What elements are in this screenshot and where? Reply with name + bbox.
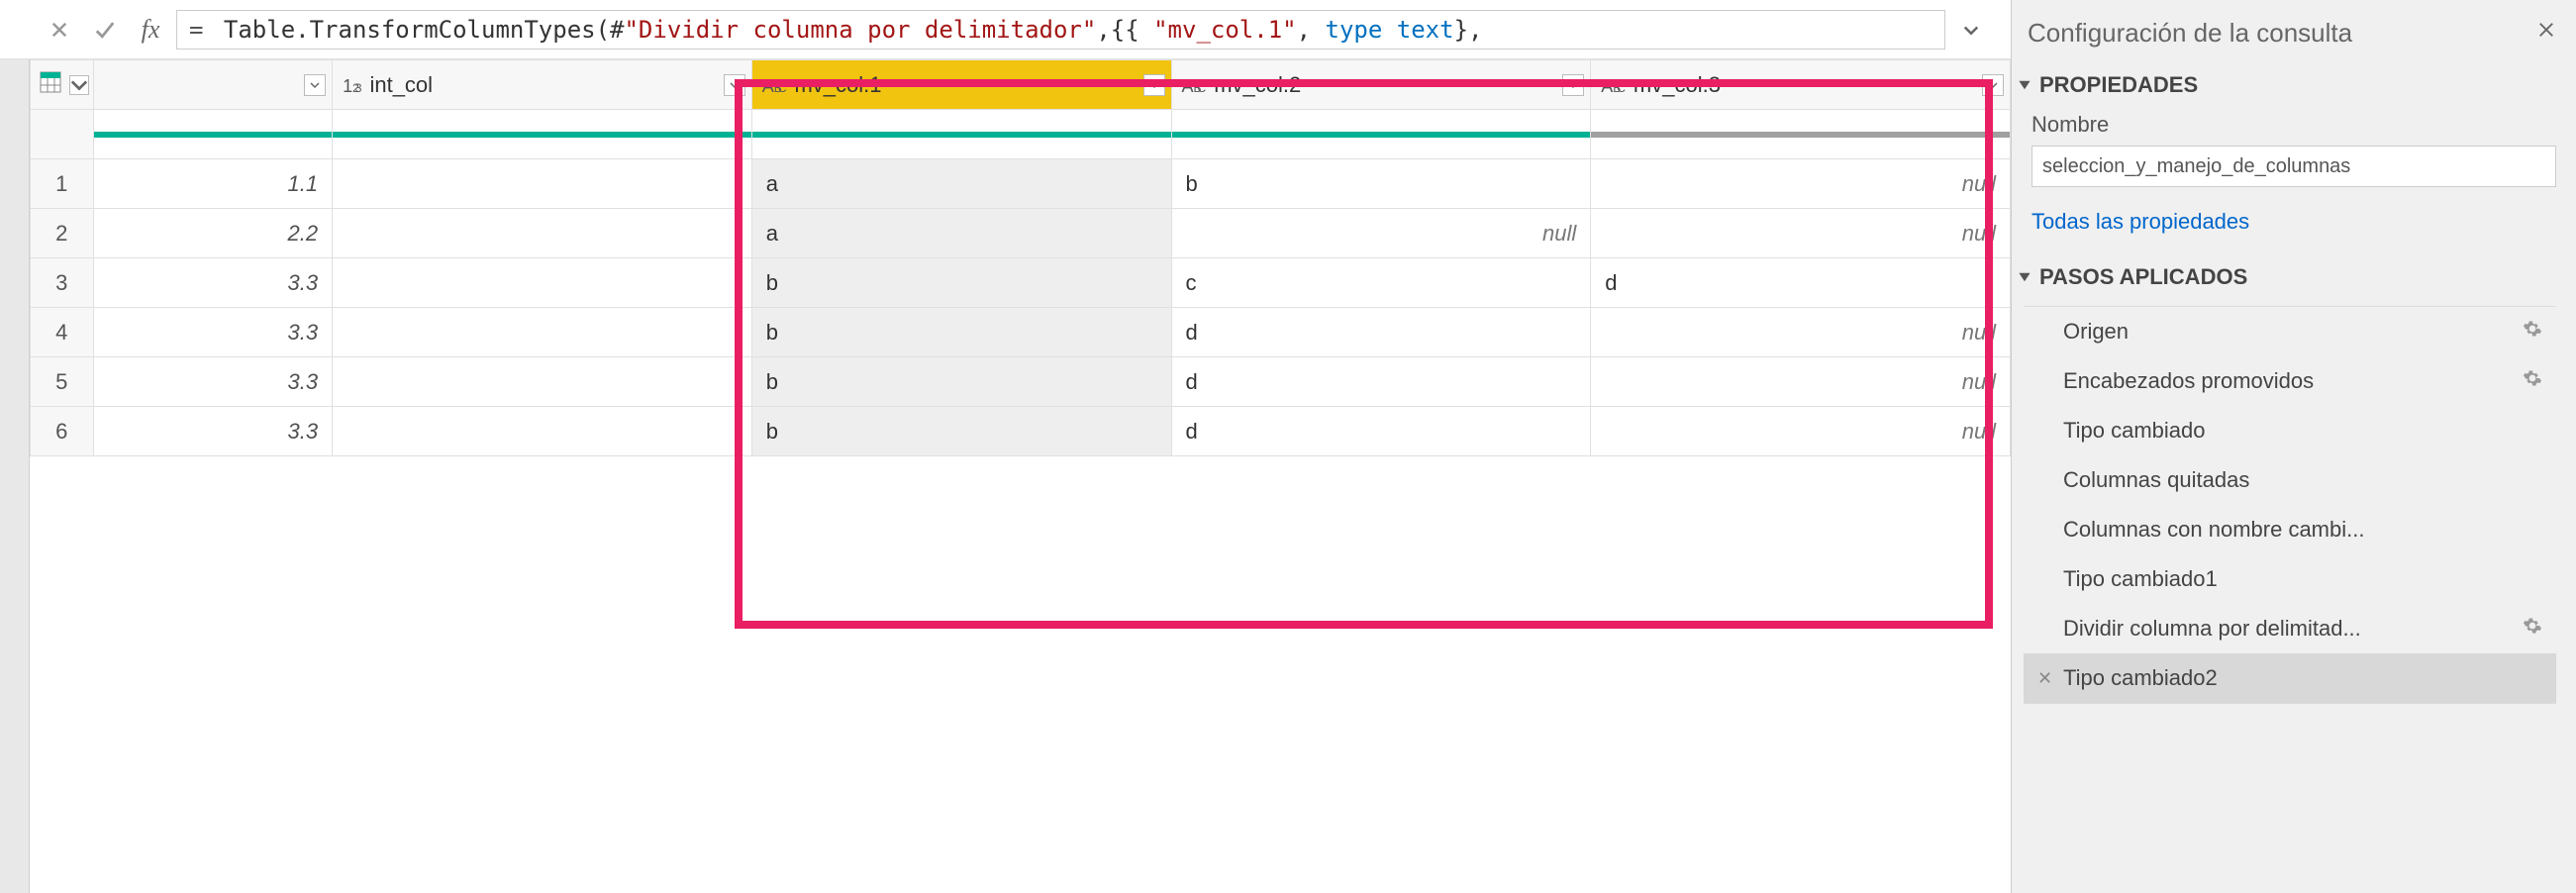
row-number: 1 <box>31 159 94 209</box>
cell[interactable]: d <box>1591 258 2011 308</box>
row-number: 5 <box>31 357 94 407</box>
cell[interactable]: null <box>1171 209 1591 258</box>
filter-dropdown-icon[interactable] <box>724 74 745 96</box>
applied-step[interactable]: Columnas con nombre cambi... <box>2024 505 2556 554</box>
cell[interactable]: d <box>1171 357 1591 407</box>
column-header-mv_col-1[interactable]: ABCmv_col.1 <box>751 60 1171 110</box>
queries-gutter[interactable] <box>0 59 30 893</box>
cell[interactable]: 3.3 <box>93 357 333 407</box>
expand-formula-button[interactable] <box>1951 10 1991 50</box>
table-row[interactable]: 63.3 bdnull <box>31 407 2011 456</box>
filter-dropdown-icon[interactable] <box>1143 74 1165 96</box>
cell[interactable]: a <box>751 209 1171 258</box>
applied-steps-list: Origen Encabezados promovidos Tipo cambiad… <box>2024 306 2556 704</box>
column-header-index[interactable] <box>93 60 333 110</box>
row-number: 4 <box>31 308 94 357</box>
applied-steps-section-header[interactable]: PASOS APLICADOS <box>2012 258 2556 300</box>
cell[interactable]: 1.1 <box>93 159 333 209</box>
applied-step[interactable]: Encabezados promovidos <box>2024 356 2556 406</box>
filter-dropdown-icon[interactable] <box>304 74 326 96</box>
formula-bar: fx = Table.TransformColumnTypes(#"Dividi… <box>0 0 2011 59</box>
properties-section-header[interactable]: PROPIEDADES <box>2012 66 2556 108</box>
step-label: Tipo cambiado1 <box>2063 566 2218 592</box>
filter-dropdown-icon[interactable] <box>1562 74 1584 96</box>
table-row[interactable]: 22.2anullnull <box>31 209 2011 258</box>
datatype-text-icon: ABC <box>1182 76 1207 97</box>
datatype-text-icon: ABC <box>762 76 787 97</box>
step-label: Origen <box>2063 319 2129 345</box>
applied-step[interactable]: Tipo cambiado <box>2024 406 2556 455</box>
cell[interactable]: null <box>1591 159 2011 209</box>
cell[interactable]: b <box>751 258 1171 308</box>
cancel-formula-button[interactable] <box>40 10 79 50</box>
data-grid: 123int_colABCmv_col.1ABCmv_col.2ABCmv_co… <box>30 59 2011 893</box>
table-row[interactable]: 11.1 abnull <box>31 159 2011 209</box>
cell[interactable] <box>333 209 752 258</box>
fx-button[interactable]: fx <box>131 10 170 50</box>
row-number: 2 <box>31 209 94 258</box>
cell[interactable] <box>333 357 752 407</box>
cell[interactable] <box>333 308 752 357</box>
query-settings-panel: Configuración de la consulta PROPIEDADES… <box>2012 0 2576 893</box>
cell[interactable] <box>333 407 752 456</box>
cell[interactable]: b <box>751 308 1171 357</box>
cell[interactable]: b <box>751 357 1171 407</box>
column-header-mv_col-3[interactable]: ABCmv_col.3 <box>1591 60 2011 110</box>
step-label: Dividir columna por delimitad... <box>2063 616 2361 642</box>
cell[interactable]: 2.2 <box>93 209 333 258</box>
gear-icon[interactable] <box>2523 616 2542 642</box>
table-row[interactable]: 53.3 bdnull <box>31 357 2011 407</box>
accept-formula-button[interactable] <box>85 10 125 50</box>
cell[interactable]: b <box>1171 159 1591 209</box>
formula-input[interactable]: = Table.TransformColumnTypes(#"Dividir c… <box>176 10 1945 50</box>
cell[interactable]: null <box>1591 209 2011 258</box>
step-label: Columnas quitadas <box>2063 467 2249 493</box>
step-label: Tipo cambiado2 <box>2063 665 2218 691</box>
cell[interactable] <box>333 258 752 308</box>
step-label: Tipo cambiado <box>2063 418 2205 444</box>
panel-title: Configuración de la consulta <box>2012 12 2556 66</box>
cell[interactable]: null <box>1591 308 2011 357</box>
gear-icon[interactable] <box>2523 368 2542 394</box>
cell[interactable] <box>333 159 752 209</box>
row-number: 6 <box>31 407 94 456</box>
query-name-input[interactable] <box>2031 146 2556 187</box>
table-row[interactable]: 33.3 bcd <box>31 258 2011 308</box>
datatype-number-icon: 123 <box>343 76 361 97</box>
gear-icon[interactable] <box>2523 319 2542 345</box>
cell[interactable]: null <box>1591 407 2011 456</box>
table-row[interactable]: 43.3 bdnull <box>31 308 2011 357</box>
cell[interactable]: null <box>1591 357 2011 407</box>
applied-step[interactable]: Columnas quitadas <box>2024 455 2556 505</box>
cell[interactable]: d <box>1171 407 1591 456</box>
applied-step[interactable]: Dividir columna por delimitad... <box>2024 604 2556 653</box>
cell[interactable]: 3.3 <box>93 258 333 308</box>
datatype-text-icon: ABC <box>1601 76 1626 97</box>
name-label: Nombre <box>2012 108 2556 146</box>
cell[interactable]: b <box>751 407 1171 456</box>
cell[interactable]: d <box>1171 308 1591 357</box>
step-label: Columnas con nombre cambi... <box>2063 517 2364 543</box>
column-header-mv_col-2[interactable]: ABCmv_col.2 <box>1171 60 1591 110</box>
column-header-int_col[interactable]: 123int_col <box>333 60 752 110</box>
table-corner[interactable] <box>31 60 94 110</box>
applied-step[interactable]: Origen <box>2024 307 2556 356</box>
cell[interactable]: a <box>751 159 1171 209</box>
step-label: Encabezados promovidos <box>2063 368 2314 394</box>
applied-step[interactable]: Tipo cambiado1 <box>2024 554 2556 604</box>
filter-dropdown-icon[interactable] <box>1982 74 2004 96</box>
cell[interactable]: 3.3 <box>93 308 333 357</box>
delete-step-icon[interactable]: ✕ <box>2037 668 2052 689</box>
applied-step[interactable]: ✕ Tipo cambiado2 <box>2024 653 2556 703</box>
row-number: 3 <box>31 258 94 308</box>
cell[interactable]: 3.3 <box>93 407 333 456</box>
close-panel-button[interactable] <box>2536 16 2556 47</box>
cell[interactable]: c <box>1171 258 1591 308</box>
all-properties-link[interactable]: Todas las propiedades <box>2012 203 2556 258</box>
